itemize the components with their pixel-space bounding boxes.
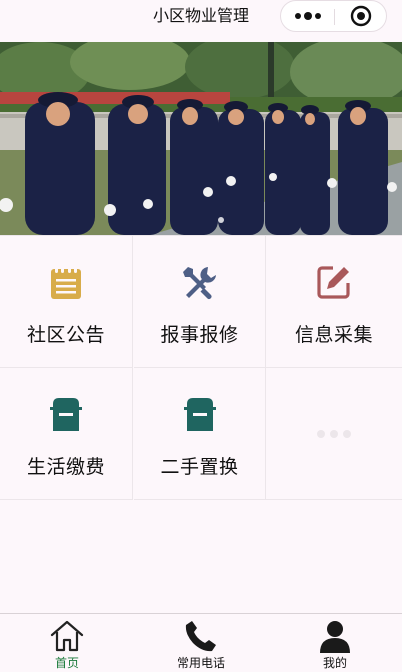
icon-wrap [134,262,265,302]
grid-item-repair-report[interactable]: 报事报修 [134,236,266,368]
notepad-icon [51,265,81,299]
miniprogram-capsule [280,0,387,32]
grid-item-label: 报事报修 [160,324,239,346]
mailbox-icon [50,398,82,431]
tab-home[interactable]: 首页 [0,614,134,672]
tools-icon [182,267,216,299]
grid-item-life-payment[interactable]: 生活缴费 [0,368,133,500]
tab-label: 首页 [54,656,79,670]
function-grid: 社区公告 报事报修 信息采集 生活缴费 二手置换 [0,235,402,500]
home-icon [50,620,84,652]
security-guards-marching-photo [0,42,402,235]
tab-icon-wrap [134,619,268,653]
tab-label: 我的 [322,656,347,670]
grid-item-info-collection[interactable]: 信息采集 [266,236,402,368]
grid-item-placeholder [266,368,402,500]
icon-wrap [0,262,132,302]
more-dots-icon [294,13,301,19]
banner-image[interactable] [0,42,402,235]
mailbox-icon [183,398,216,431]
phone-icon [185,621,216,652]
more-dot [303,12,312,20]
tab-icon-wrap [0,619,134,653]
tab-bar: 首页 常用电话 我的 [0,613,402,672]
tab-phone[interactable]: 常用电话 [134,614,268,672]
more-button[interactable] [281,1,334,31]
grid-item-label: 生活缴费 [26,456,105,478]
loading-dots-icon [266,430,402,438]
more-dot [314,13,321,19]
close-button[interactable] [335,1,387,31]
tab-icon-wrap [268,619,402,653]
grid-item-community-notice[interactable]: 社区公告 [0,236,133,368]
icon-wrap [134,394,265,434]
navigation-bar: 小区物业管理 [0,0,402,42]
user-icon [320,621,350,653]
edit-icon [317,266,350,299]
tab-mine[interactable]: 我的 [268,614,402,672]
icon-wrap [266,262,402,302]
target-close-icon [350,5,372,27]
tab-label: 常用电话 [176,656,225,670]
grid-item-second-hand[interactable]: 二手置换 [134,368,266,500]
grid-item-label: 二手置换 [160,456,239,478]
grid-item-label: 社区公告 [26,324,105,346]
grid-item-label: 信息采集 [294,324,373,346]
icon-wrap [0,394,132,434]
